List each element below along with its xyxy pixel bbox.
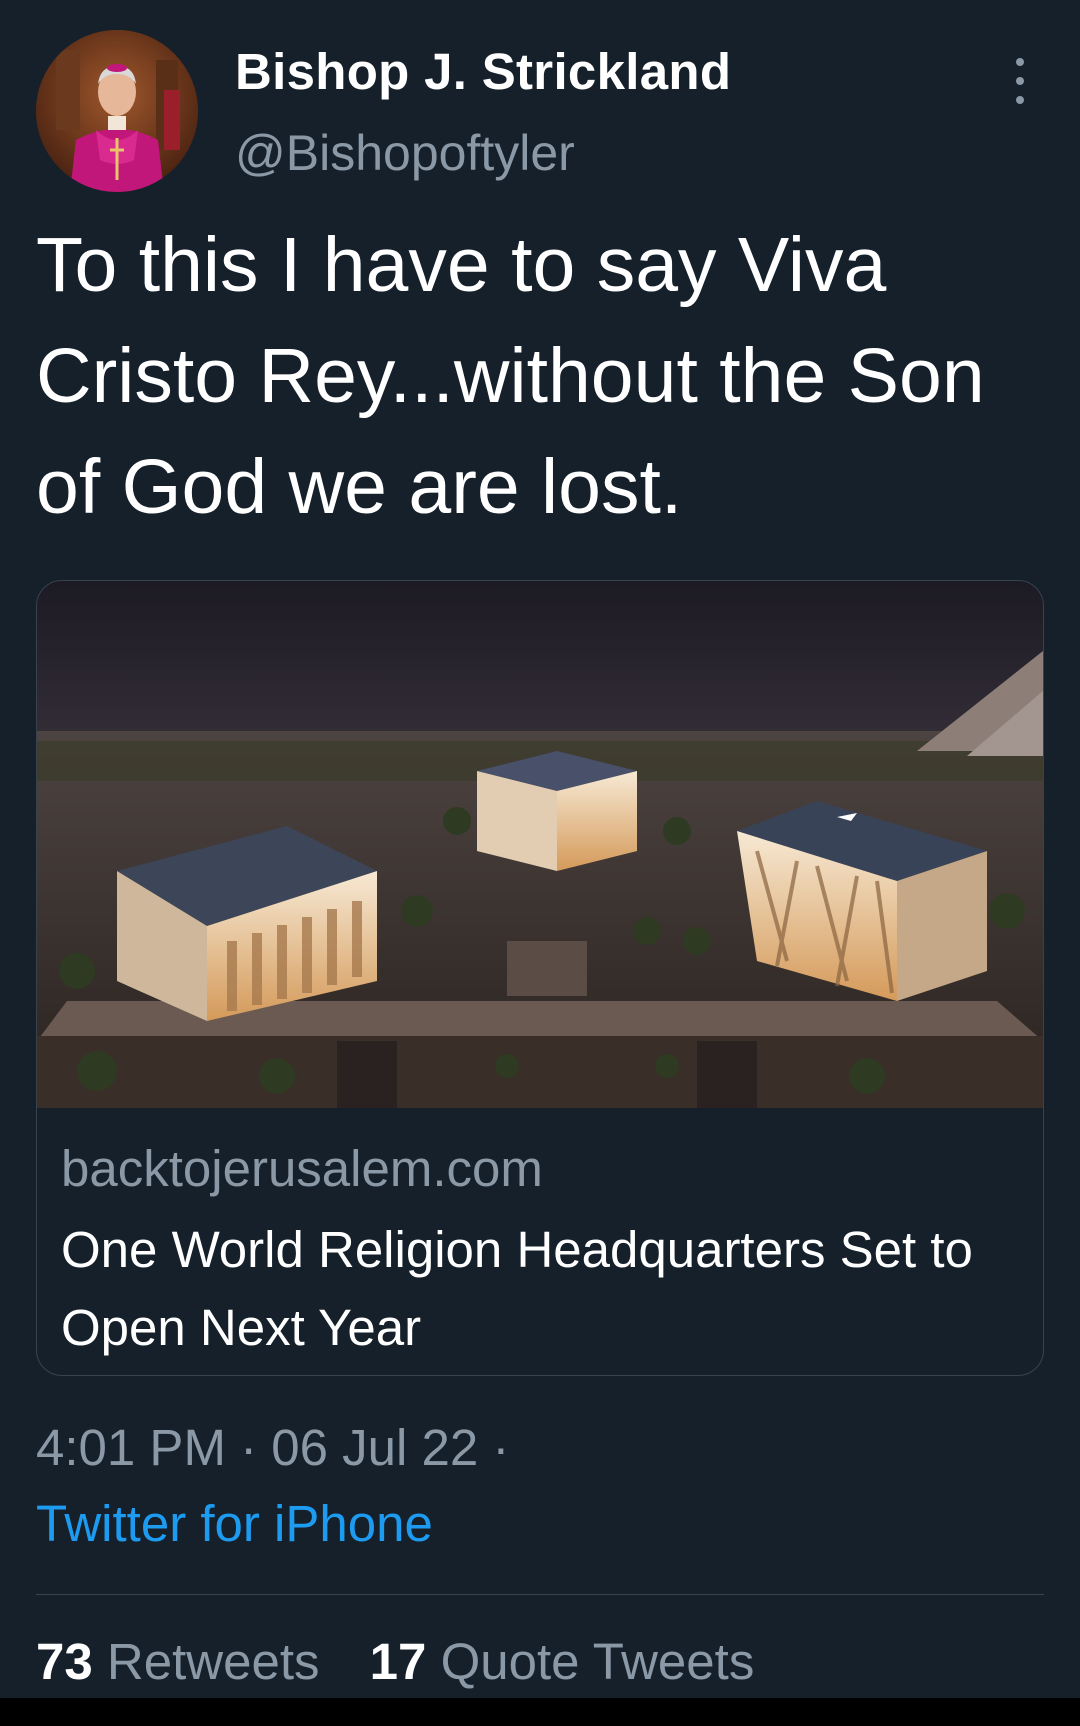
avatar[interactable] <box>36 30 198 192</box>
link-preview-card[interactable]: backtojerusalem.com One World Religion H… <box>36 580 1044 1376</box>
retweets-label: Retweets <box>106 1633 320 1690</box>
retweets-stat[interactable]: 73 Retweets <box>36 1632 320 1691</box>
quote-tweets-label: Quote Tweets <box>440 1633 755 1690</box>
display-name[interactable]: Bishop J. Strickland <box>235 42 731 101</box>
tweet-timestamp[interactable]: 4:01 PM · 06 Jul 22 · <box>36 1418 509 1477</box>
abrahamic-family-house-rendering-icon <box>37 581 1043 1108</box>
bishop-portrait-avatar-icon <box>36 30 198 192</box>
tweet-text: To this I have to say Viva Cristo Rey...… <box>36 222 985 530</box>
divider <box>36 1594 1044 1595</box>
more-options-icon[interactable] <box>1000 58 1040 104</box>
link-card-domain: backtojerusalem.com <box>61 1140 543 1197</box>
quote-tweets-count: 17 <box>369 1633 427 1690</box>
quote-tweets-stat[interactable]: 17 Quote Tweets <box>370 1632 755 1691</box>
tweet-stats: 73 Retweets 17 Quote Tweets <box>36 1632 790 1691</box>
link-card-title: One World Religion Headquarters Set to O… <box>61 1221 973 1356</box>
retweets-count: 73 <box>36 1633 93 1690</box>
user-handle[interactable]: @Bishopoftyler <box>235 124 575 182</box>
bottom-edge <box>0 1698 1080 1726</box>
tweet-source-link[interactable]: Twitter for iPhone <box>36 1494 433 1553</box>
